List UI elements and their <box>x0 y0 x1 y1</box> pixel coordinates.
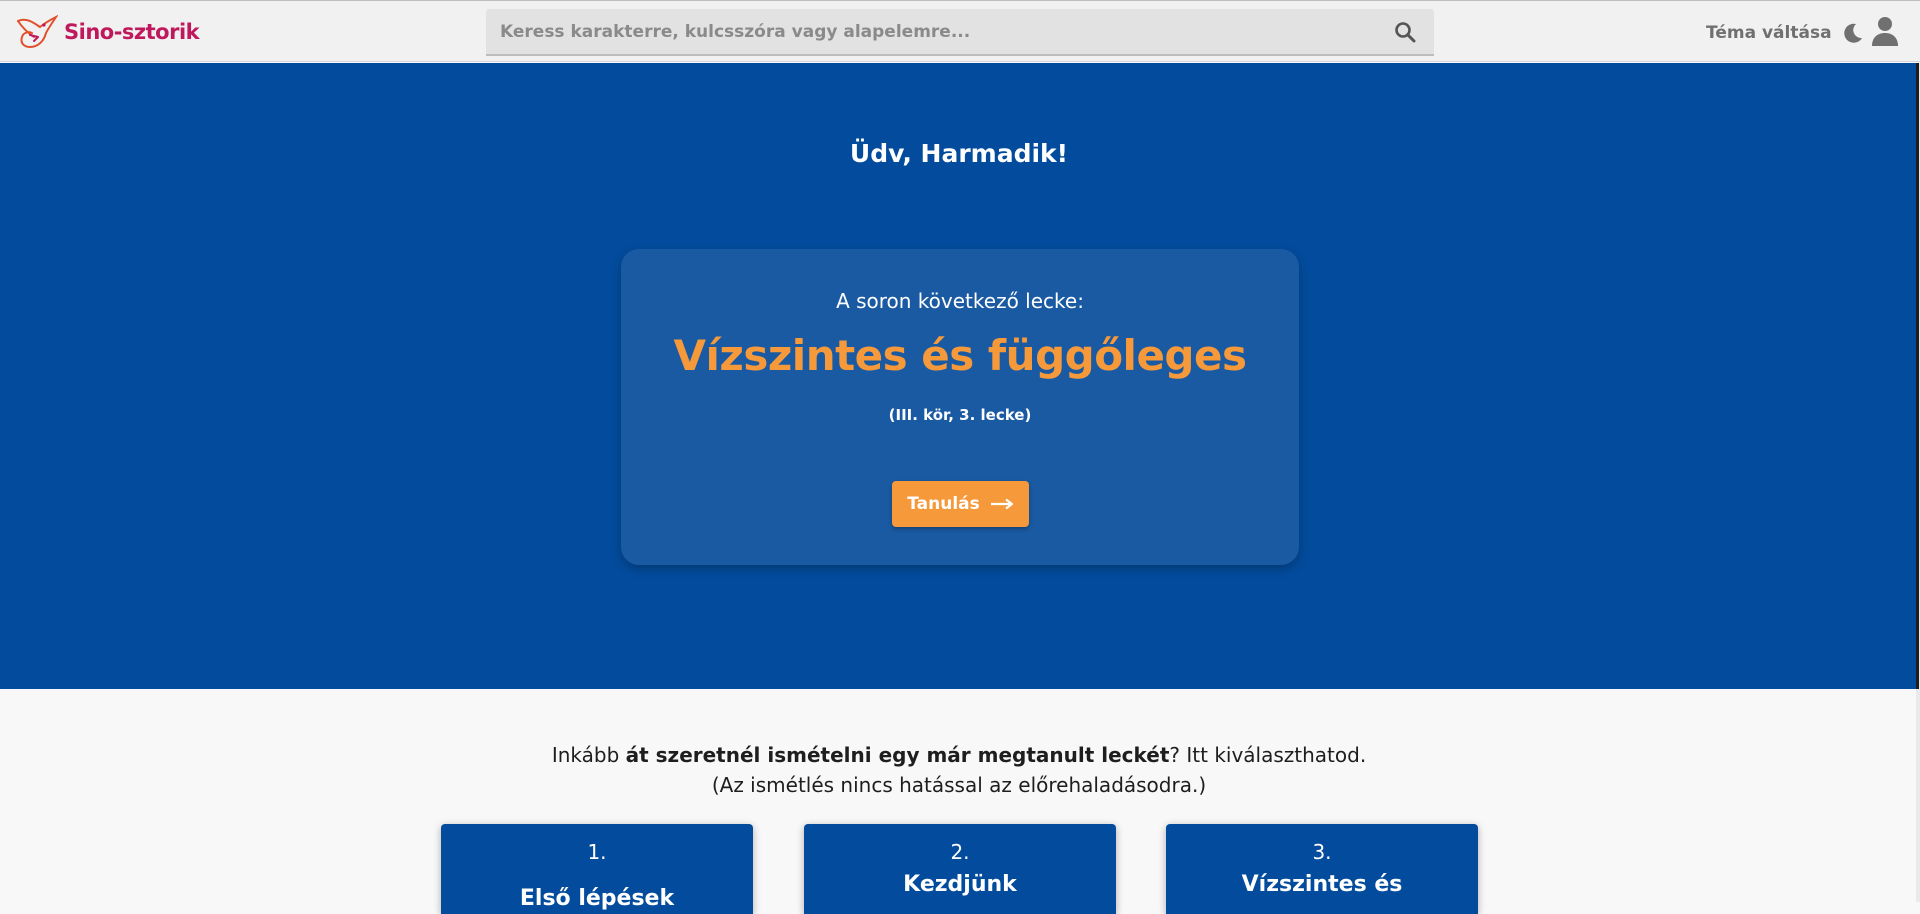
top-header: Sino-sztorik Téma váltása <box>0 0 1920 62</box>
greeting-heading: Üdv, Harmadik! <box>849 139 1069 168</box>
next-lesson-meta: (III. kör, 3. lecke) <box>888 406 1032 424</box>
review-intro-emphasis: át szeretnél ismételni egy már megtanult… <box>625 743 1170 767</box>
theme-toggle-label: Téma váltása <box>1706 23 1832 43</box>
moon-icon <box>1843 23 1862 43</box>
arrow-right-icon <box>990 498 1013 510</box>
lesson-tile-number: 1. <box>587 840 607 864</box>
search-input[interactable] <box>486 9 1366 54</box>
lesson-tile-number: 2. <box>950 840 970 864</box>
review-intro-line: Inkább át szeretnél ismételni egy már me… <box>551 743 1367 767</box>
logo-mark-icon <box>17 14 58 49</box>
lesson-tile-title: Első lépések <box>519 886 675 911</box>
review-note: (Az ismétlés nincs hatással az előrehala… <box>711 773 1207 797</box>
lesson-tile[interactable]: 3. Vízszintes és <box>1166 824 1478 914</box>
next-lesson-card: A soron következő lecke: Vízszintes és f… <box>621 249 1299 565</box>
lesson-tile-number: 3. <box>1312 840 1332 864</box>
user-icon[interactable] <box>1870 15 1900 47</box>
scrollbar-thumb[interactable] <box>1916 63 1919 689</box>
theme-toggle[interactable]: Téma váltása <box>1706 19 1864 47</box>
learn-button-label: Tanulás <box>907 494 980 514</box>
next-lesson-label: A soron következő lecke: <box>836 289 1084 313</box>
review-intro: Inkább át szeretnél ismételni egy már me… <box>0 740 1918 800</box>
hero-section: Üdv, Harmadik! A soron következő lecke: … <box>0 63 1918 689</box>
search-bar <box>486 9 1434 56</box>
brand-name: Sino-sztorik <box>64 20 200 44</box>
lesson-tile[interactable]: 2. Kezdjünk <box>804 824 1116 914</box>
learn-button[interactable]: Tanulás <box>892 481 1029 527</box>
lesson-tile[interactable]: 1. Első lépések <box>441 824 753 914</box>
brand-logo[interactable]: Sino-sztorik <box>14 13 200 51</box>
lesson-tile-title: Kezdjünk <box>903 872 1017 897</box>
next-lesson-title: Vízszintes és függőleges <box>673 331 1247 380</box>
search-icon[interactable] <box>1394 21 1416 43</box>
lesson-tile-title: Vízszintes és <box>1241 872 1403 897</box>
